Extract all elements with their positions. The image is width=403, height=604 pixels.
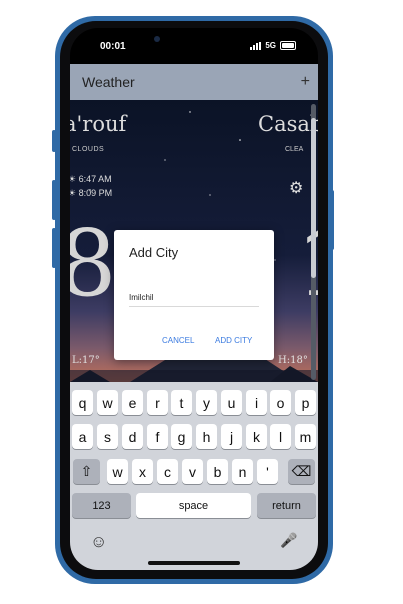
sunrise-time: 6:47 AM [78, 174, 112, 184]
key-m[interactable]: m [295, 424, 316, 449]
key-g[interactable]: g [171, 424, 192, 449]
sunset-row: ☀ 8:09 PM [70, 188, 112, 199]
key-c[interactable]: c [157, 459, 178, 484]
phone-side-button [52, 228, 56, 268]
emoji-icon[interactable]: ☺ [90, 532, 107, 552]
status-bar: 00:01 5G [70, 28, 318, 64]
key-x[interactable]: x [132, 459, 153, 484]
battery-icon [280, 41, 296, 50]
key-t[interactable]: t [171, 390, 192, 415]
key-w[interactable]: w [107, 459, 128, 484]
key-l[interactable]: l [270, 424, 291, 449]
key-h[interactable]: h [196, 424, 217, 449]
phone-side-button [330, 190, 334, 250]
city-name-input[interactable] [129, 288, 259, 307]
condition-left: CLOUDS [72, 146, 105, 153]
keyboard: q w e r t y u i o p a s d f g h j k l m … [70, 382, 318, 570]
sunset-icon: ☀ [70, 188, 77, 198]
camera-icon [154, 36, 160, 42]
weather-panel: a'rouf Casab CLOUDS CLEA ☀ 6:47 AM ☀ 8:0… [70, 100, 318, 382]
space-key[interactable]: space [136, 493, 251, 518]
numbers-key[interactable]: 123 [72, 493, 131, 518]
city-name-right: Casab [258, 112, 318, 136]
network-label: 5G [265, 41, 276, 50]
key-a[interactable]: q [72, 390, 93, 415]
backspace-icon: ⌫ [291, 463, 312, 479]
scrollbar-thumb[interactable] [311, 118, 316, 278]
key-k[interactable]: k [246, 424, 267, 449]
key-o[interactable]: o [270, 390, 291, 415]
mic-icon[interactable]: 🎤 [280, 532, 297, 549]
key-r[interactable]: r [147, 390, 168, 415]
sunset-time: 8:09 PM [78, 188, 113, 198]
temperature-left: 8 [70, 210, 117, 317]
key-p[interactable]: p [295, 390, 316, 415]
key-apostrophe[interactable]: ' [257, 459, 278, 484]
app-title: Weather [82, 74, 135, 90]
condition-right: CLEA [285, 146, 304, 153]
add-city-button[interactable]: ADD CITY [215, 336, 252, 345]
phone-side-button [52, 130, 56, 152]
gear-icon[interactable]: ⚙ [289, 178, 303, 198]
key-u[interactable]: u [221, 390, 242, 415]
cancel-button[interactable]: CANCEL [162, 336, 194, 345]
phone-screen: 00:01 5G Weather + a'rouf Casab CLOUDS C… [70, 28, 318, 570]
shift-key[interactable]: ⇧ [73, 459, 100, 484]
home-indicator[interactable] [148, 561, 240, 565]
low-temp-left: L:17° [72, 355, 100, 366]
high-temp-right: H:18° [278, 355, 308, 366]
signal-icon [250, 41, 262, 50]
sunrise-row: ☀ 6:47 AM [70, 174, 112, 185]
add-city-dialog: Add City CANCEL ADD CITY [114, 230, 274, 360]
key-b[interactable]: b [207, 459, 228, 484]
shift-icon: ⇧ [80, 463, 93, 479]
key-s[interactable]: s [97, 424, 118, 449]
key-e[interactable]: e [122, 390, 143, 415]
backspace-key[interactable]: ⌫ [288, 459, 315, 484]
sunrise-icon: ☀ [70, 174, 77, 184]
key-j[interactable]: j [221, 424, 242, 449]
key-v[interactable]: v [182, 459, 203, 484]
add-city-icon[interactable]: + [301, 73, 310, 91]
return-key[interactable]: return [257, 493, 316, 518]
key-f[interactable]: f [147, 424, 168, 449]
dialog-title: Add City [129, 245, 179, 260]
key-d[interactable]: d [122, 424, 143, 449]
key-y[interactable]: y [196, 390, 217, 415]
key-i[interactable]: i [246, 390, 267, 415]
status-indicators: 5G [250, 41, 296, 50]
phone-side-button [52, 180, 56, 220]
key-q[interactable]: a [72, 424, 93, 449]
status-time: 00:01 [100, 41, 126, 52]
city-name-left: a'rouf [70, 112, 127, 136]
key-z[interactable]: w [97, 390, 118, 415]
app-bar: Weather + [70, 64, 318, 100]
key-n[interactable]: n [232, 459, 253, 484]
